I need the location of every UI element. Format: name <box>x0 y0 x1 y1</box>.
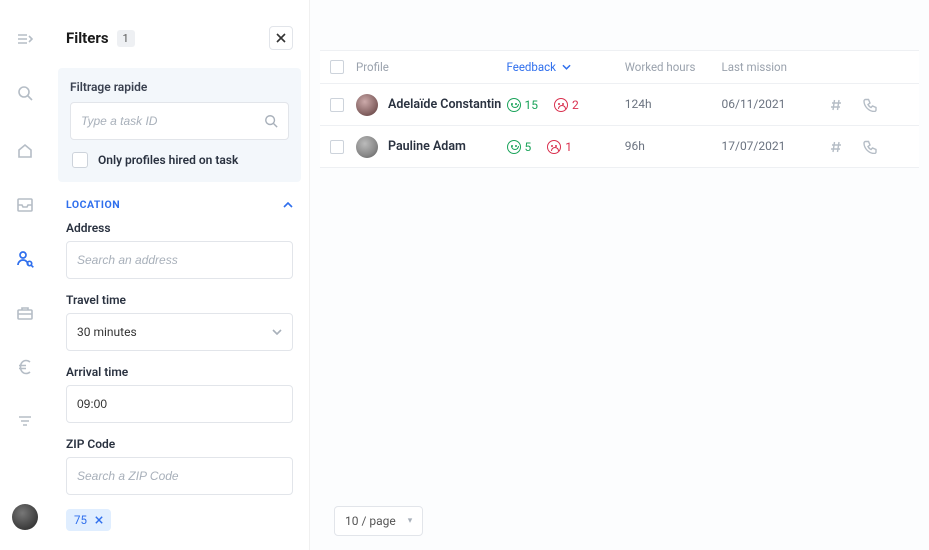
filters-title: Filters <box>66 29 109 47</box>
caret-down-icon: ▾ <box>408 516 413 526</box>
frown-icon <box>554 98 568 112</box>
worked-hours: 124h <box>625 97 652 111</box>
profile-avatar <box>356 94 378 116</box>
page-size-value: 10 / page <box>345 514 396 528</box>
feedback-negative: 2 <box>554 98 579 112</box>
header-last[interactable]: Last mission <box>722 60 830 74</box>
task-id-input[interactable] <box>81 114 264 128</box>
smile-icon <box>507 98 521 112</box>
address-label: Address <box>66 221 293 235</box>
profile-name: Adelaïde Constantin <box>388 97 501 112</box>
row-checkbox[interactable] <box>330 140 344 154</box>
header-profile[interactable]: Profile <box>356 60 507 74</box>
last-mission: 06/11/2021 <box>722 97 786 111</box>
filter-icon[interactable] <box>14 410 36 432</box>
arrival-time-input[interactable] <box>66 385 293 423</box>
feedback-positive: 15 <box>507 98 539 112</box>
quick-filter-box: Filtrage rapide Only profiles hired on t… <box>58 68 301 182</box>
home-icon[interactable] <box>14 140 36 162</box>
zip-chip-value: 75 <box>74 513 87 527</box>
table-header: Profile Feedback Worked hours Last missi… <box>320 50 919 84</box>
table-row[interactable]: Adelaïde Constantin 15 2 124h 06/11/2021 <box>320 84 919 126</box>
search-icon[interactable] <box>14 82 36 104</box>
close-filters-button[interactable] <box>269 26 293 50</box>
address-input[interactable] <box>66 241 293 279</box>
euro-icon[interactable] <box>14 356 36 378</box>
travel-time-value: 30 minutes <box>77 325 137 339</box>
row-checkbox[interactable] <box>330 98 344 112</box>
header-feedback[interactable]: Feedback <box>507 60 625 74</box>
travel-time-select[interactable]: 30 minutes <box>66 313 293 351</box>
zip-chip-remove[interactable] <box>95 516 103 524</box>
zip-chip: 75 <box>66 509 111 531</box>
quick-filter-label: Filtrage rapide <box>70 80 289 94</box>
filters-count-badge: 1 <box>117 30 135 47</box>
zip-code-label: ZIP Code <box>66 437 293 451</box>
people-search-icon[interactable] <box>14 248 36 270</box>
phone-icon[interactable] <box>863 140 877 154</box>
location-section-toggle[interactable]: Location <box>50 182 309 221</box>
select-all-checkbox[interactable] <box>330 60 344 74</box>
chevron-up-icon <box>283 202 293 208</box>
chevron-down-icon <box>272 329 282 335</box>
worked-hours: 96h <box>625 139 645 153</box>
header-worked[interactable]: Worked hours <box>625 60 722 74</box>
hash-icon[interactable] <box>829 140 843 154</box>
filters-panel: Filters 1 Filtrage rapide Only profiles … <box>50 0 310 550</box>
briefcase-icon[interactable] <box>14 302 36 324</box>
travel-time-label: Travel time <box>66 293 293 307</box>
arrival-time-label: Arrival time <box>66 365 293 379</box>
frown-icon <box>547 140 561 154</box>
location-section-label: Location <box>66 198 120 211</box>
last-mission: 17/07/2021 <box>722 139 786 153</box>
table-row[interactable]: Pauline Adam 5 1 96h 17/07/2021 <box>320 126 919 168</box>
feedback-negative: 1 <box>547 140 572 154</box>
hash-icon[interactable] <box>829 98 843 112</box>
main-content: Profile Feedback Worked hours Last missi… <box>310 0 929 550</box>
only-hired-checkbox[interactable] <box>72 152 88 168</box>
nav-rail <box>0 0 50 550</box>
collapse-icon[interactable] <box>14 28 36 50</box>
page-size-select[interactable]: 10 / page ▾ <box>334 506 423 536</box>
phone-icon[interactable] <box>863 98 877 112</box>
search-icon <box>264 114 278 128</box>
only-hired-label: Only profiles hired on task <box>98 153 238 167</box>
profile-name: Pauline Adam <box>388 139 466 154</box>
feedback-positive: 5 <box>507 140 532 154</box>
profile-avatar <box>356 136 378 158</box>
inbox-icon[interactable] <box>14 194 36 216</box>
smile-icon <box>507 140 521 154</box>
user-avatar[interactable] <box>12 504 38 530</box>
zip-code-input[interactable] <box>66 457 293 495</box>
pager: 10 / page ▾ <box>310 492 929 550</box>
sort-down-icon <box>562 64 571 70</box>
